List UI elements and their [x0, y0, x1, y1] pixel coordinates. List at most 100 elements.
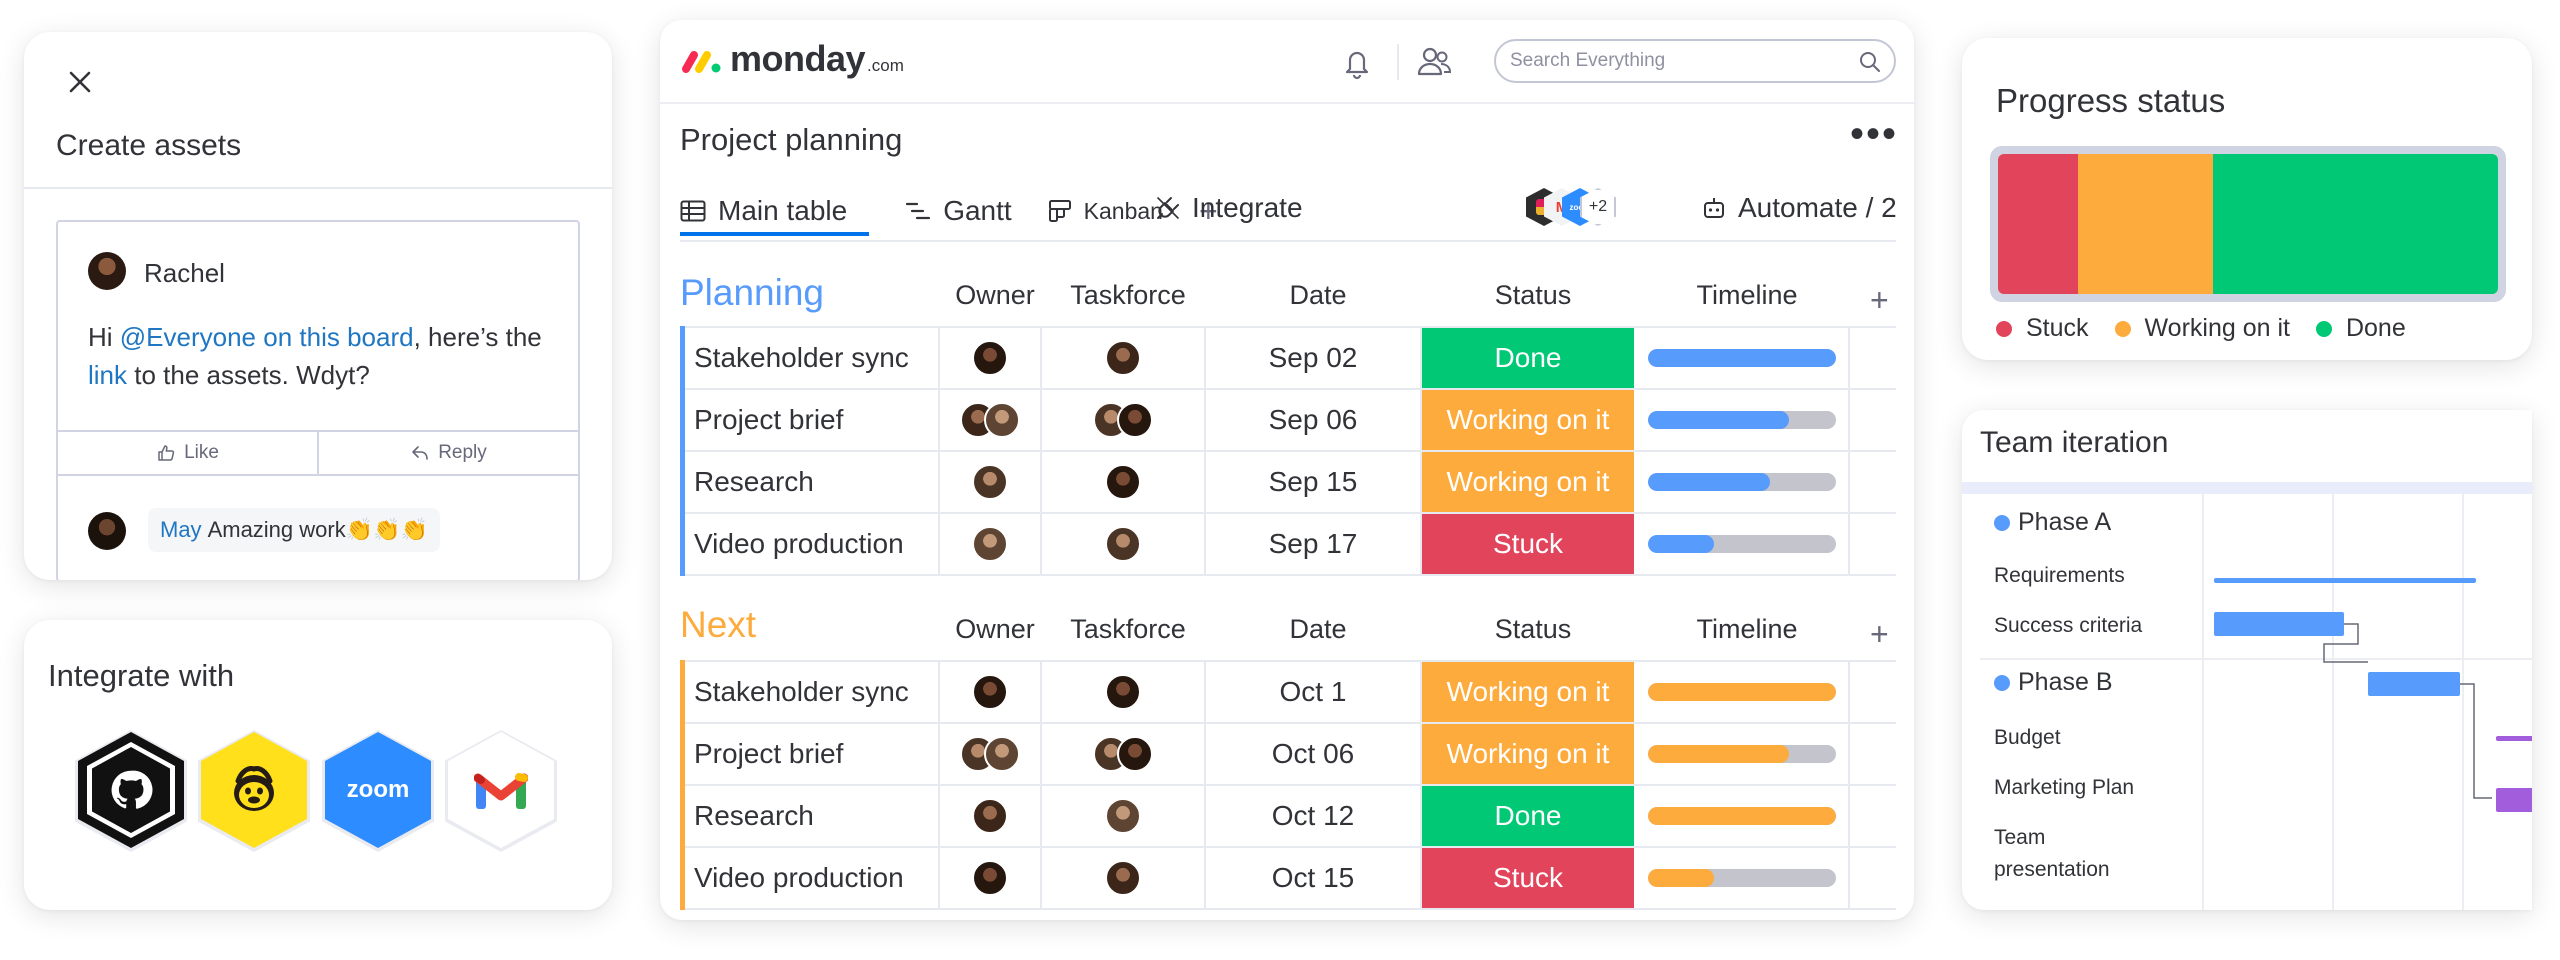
- date-cell[interactable]: Oct 1: [1206, 662, 1422, 722]
- status-cell[interactable]: Done: [1422, 328, 1636, 388]
- monday-logo[interactable]: monday .com: [680, 38, 904, 80]
- date-cell[interactable]: Sep 15: [1206, 452, 1422, 512]
- mention-link[interactable]: May: [160, 517, 202, 543]
- table-row[interactable]: Video production Sep 17 Stuck: [680, 512, 1896, 576]
- date-cell[interactable]: Oct 06: [1206, 724, 1422, 784]
- item-name[interactable]: Video production: [680, 848, 940, 908]
- bell-icon[interactable]: [1337, 42, 1377, 82]
- automate-label: Automate / 2: [1738, 192, 1897, 223]
- status-cell[interactable]: Working on it: [1422, 452, 1636, 512]
- status-cell[interactable]: Working on it: [1422, 662, 1636, 722]
- column-header-taskforce[interactable]: Taskforce: [1046, 614, 1210, 645]
- status-cell[interactable]: Stuck: [1422, 848, 1636, 908]
- invite-members-icon[interactable]: [1414, 42, 1454, 82]
- column-header-taskforce[interactable]: Taskforce: [1046, 280, 1210, 311]
- status-cell[interactable]: Working on it: [1422, 390, 1636, 450]
- automate-button[interactable]: Automate / 2: [1700, 192, 1897, 224]
- status-cell[interactable]: Done: [1422, 786, 1636, 846]
- progress-segment[interactable]: [2078, 154, 2213, 294]
- item-name[interactable]: Project brief: [680, 724, 940, 784]
- taskforce-cell[interactable]: [1042, 452, 1206, 512]
- taskforce-cell[interactable]: [1042, 786, 1206, 846]
- date-cell[interactable]: Oct 15: [1206, 848, 1422, 908]
- reply-button[interactable]: Reply: [317, 432, 578, 474]
- team-iteration-card: Team iteration Phase A Requirements Succ…: [1962, 410, 2532, 910]
- column-header-timeline[interactable]: Timeline: [1640, 280, 1854, 311]
- table-row[interactable]: Research Oct 12 Done: [680, 784, 1896, 848]
- close-icon[interactable]: [60, 62, 100, 102]
- owner-cell[interactable]: [940, 662, 1042, 722]
- search-input[interactable]: [1494, 39, 1896, 83]
- taskforce-cell[interactable]: [1042, 848, 1206, 908]
- owner-cell[interactable]: [940, 452, 1042, 512]
- item-name[interactable]: Research: [680, 452, 940, 512]
- table-row[interactable]: Stakeholder sync Sep 02 Done: [680, 326, 1896, 390]
- progress-segment[interactable]: [2213, 154, 2498, 294]
- timeline-cell[interactable]: [1636, 786, 1850, 846]
- date-cell[interactable]: Oct 12: [1206, 786, 1422, 846]
- table-row[interactable]: Project brief Oct 06 Working on it: [680, 722, 1896, 786]
- item-name[interactable]: Research: [680, 786, 940, 846]
- search-icon[interactable]: [1858, 50, 1882, 74]
- timeline-cell[interactable]: [1636, 452, 1850, 512]
- column-header-date[interactable]: Date: [1210, 280, 1426, 311]
- taskforce-cell[interactable]: [1042, 390, 1206, 450]
- group-title[interactable]: Planning: [680, 272, 824, 314]
- integrate-button[interactable]: Integrate: [1154, 192, 1303, 224]
- timeline-cell[interactable]: [1636, 390, 1850, 450]
- taskforce-cell[interactable]: [1042, 662, 1206, 722]
- item-name[interactable]: Stakeholder sync: [680, 328, 940, 388]
- table-row[interactable]: Research Sep 15 Working on it: [680, 450, 1896, 514]
- group-title[interactable]: Next: [680, 604, 756, 646]
- status-cell[interactable]: Stuck: [1422, 514, 1636, 574]
- owner-cell[interactable]: [940, 328, 1042, 388]
- owner-cell[interactable]: [940, 390, 1042, 450]
- owner-cell[interactable]: [940, 786, 1042, 846]
- mention-link[interactable]: @Everyone on this board: [120, 322, 414, 352]
- tab-kanban[interactable]: Kanban: [1048, 190, 1163, 232]
- like-button[interactable]: Like: [58, 432, 317, 474]
- timeline-cell[interactable]: [1636, 514, 1850, 574]
- timeline-fill: [1648, 411, 1789, 429]
- item-name[interactable]: Video production: [680, 514, 940, 574]
- tab-gantt[interactable]: Gantt: [905, 190, 1012, 232]
- column-header-status[interactable]: Status: [1426, 614, 1640, 645]
- timeline-cell[interactable]: [1636, 724, 1850, 784]
- owner-cell[interactable]: [940, 848, 1042, 908]
- timeline-cell[interactable]: [1636, 662, 1850, 722]
- column-header-date[interactable]: Date: [1210, 614, 1426, 645]
- table-row[interactable]: Stakeholder sync Oct 1 Working on it: [680, 660, 1896, 724]
- table-row[interactable]: Project brief Sep 06 Working on it: [680, 388, 1896, 452]
- owner-cell[interactable]: [940, 514, 1042, 574]
- column-header-owner[interactable]: Owner: [944, 614, 1046, 645]
- tab-label: Kanban: [1083, 197, 1163, 224]
- assets-link[interactable]: link: [88, 360, 127, 390]
- add-column-button[interactable]: +: [1870, 282, 1889, 319]
- more-options-button[interactable]: •••: [1850, 114, 1898, 154]
- column-header-status[interactable]: Status: [1426, 280, 1640, 311]
- item-name[interactable]: Stakeholder sync: [680, 662, 940, 722]
- status-cell[interactable]: Working on it: [1422, 724, 1636, 784]
- progress-segment[interactable]: [1998, 154, 2078, 294]
- date-cell[interactable]: Sep 17: [1206, 514, 1422, 574]
- item-name[interactable]: Project brief: [680, 390, 940, 450]
- taskforce-cell[interactable]: [1042, 328, 1206, 388]
- board-title[interactable]: Project planning: [680, 122, 902, 158]
- reply-icon: [412, 446, 429, 460]
- avatar: [972, 798, 1008, 834]
- owner-cell[interactable]: [940, 724, 1042, 784]
- column-header-owner[interactable]: Owner: [944, 280, 1046, 311]
- date-cell[interactable]: Sep 02: [1206, 328, 1422, 388]
- timeline-cell[interactable]: [1636, 848, 1850, 908]
- taskforce-cell[interactable]: [1042, 514, 1206, 574]
- gantt-bar[interactable]: [2496, 736, 2532, 741]
- taskforce-cell[interactable]: [1042, 724, 1206, 784]
- date-cell[interactable]: Sep 06: [1206, 390, 1422, 450]
- gantt-bar[interactable]: [2496, 788, 2532, 812]
- tab-main-table[interactable]: Main table: [680, 190, 870, 236]
- table-row[interactable]: Video production Oct 15 Stuck: [680, 846, 1896, 910]
- column-header-timeline[interactable]: Timeline: [1640, 614, 1854, 645]
- timeline-cell[interactable]: [1636, 328, 1850, 388]
- progress-bar[interactable]: [1998, 154, 2498, 294]
- add-column-button[interactable]: +: [1870, 616, 1889, 653]
